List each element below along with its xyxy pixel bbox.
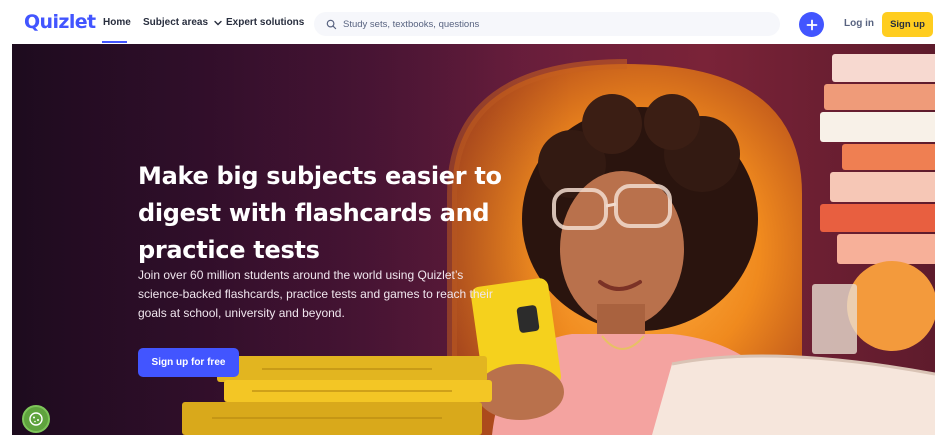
create-button[interactable]	[799, 12, 824, 37]
search-bar[interactable]	[314, 12, 780, 36]
search-input[interactable]	[343, 18, 763, 30]
top-navigation: Quizlet Home Subject areas Expert soluti…	[0, 0, 935, 46]
hero-heading: Make big subjects easier to digest with …	[138, 162, 502, 264]
active-tab-indicator	[102, 41, 127, 43]
chevron-down-icon	[214, 20, 222, 25]
cookie-settings-button[interactable]	[22, 405, 50, 433]
nav-home-link[interactable]: Home	[103, 17, 131, 28]
hero-banner: Make big subjects easier to digest with …	[12, 44, 935, 435]
search-icon	[326, 19, 337, 29]
nav-subject-areas-dropdown[interactable]: Subject areas	[143, 17, 223, 28]
login-button[interactable]: Log in	[844, 18, 874, 29]
hero-subtitle: Join over 60 million students around the…	[138, 268, 493, 320]
signup-button[interactable]: Sign up	[882, 12, 933, 37]
nav-expert-solutions-link[interactable]: Expert solutions	[226, 17, 304, 28]
quizlet-logo[interactable]: Quizlet	[24, 11, 96, 33]
signup-for-free-button[interactable]: Sign up for free	[138, 348, 239, 377]
plus-icon	[806, 19, 817, 30]
cookie-settings-icon	[29, 412, 43, 426]
nav-subject-areas-label: Subject areas	[143, 17, 209, 28]
